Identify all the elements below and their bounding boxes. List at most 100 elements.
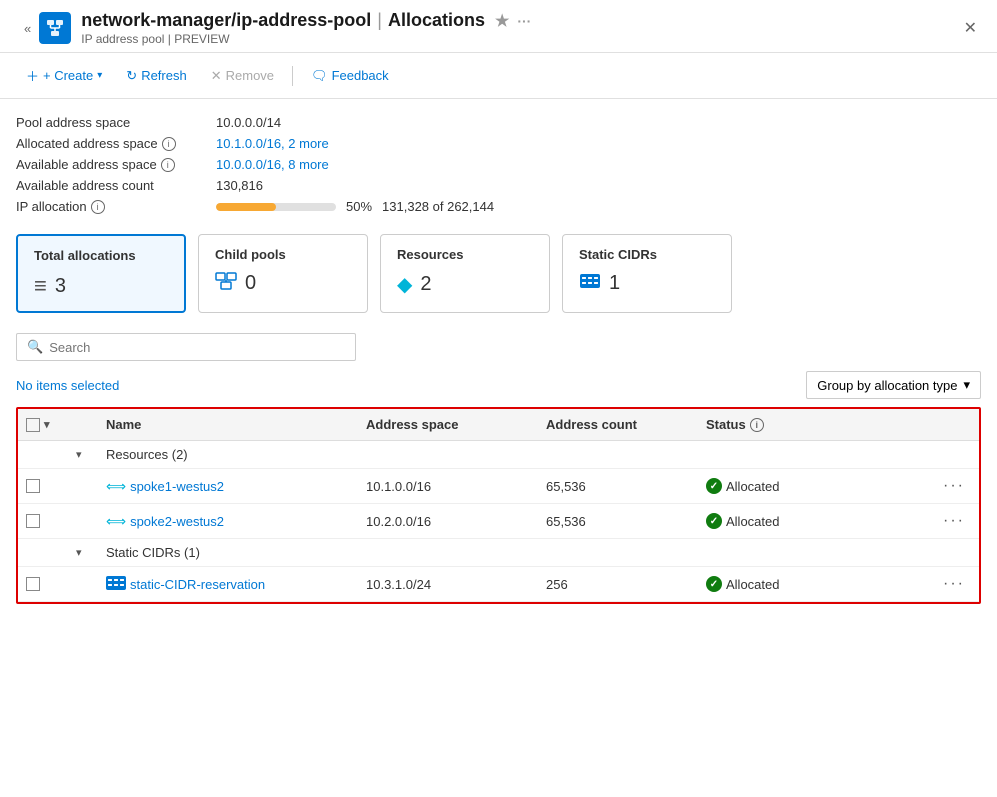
main-content: Pool address space 10.0.0.0/14 Allocated… <box>0 99 997 620</box>
row-checkbox[interactable] <box>26 479 40 493</box>
status-dot-icon <box>706 513 722 529</box>
ip-allocation-value: 50% 131,328 of 262,144 <box>216 199 981 214</box>
header-checkbox[interactable] <box>26 418 40 432</box>
favorite-icon[interactable]: ★ <box>495 11 509 31</box>
status-badge: Allocated <box>706 576 779 592</box>
row-status-cell: Allocated ··· <box>698 573 979 595</box>
table-row: static-CIDR-reservation 10.3.1.0/24 256 … <box>18 567 979 602</box>
table-row: ⟺ spoke2-westus2 10.2.0.0/16 65,536 Allo… <box>18 504 979 539</box>
feedback-button[interactable]: 🗨 Feedback <box>301 63 399 89</box>
create-button[interactable]: ＋ + Create ▾ <box>16 61 112 90</box>
title-pipe: | <box>377 10 382 31</box>
feedback-label: Feedback <box>332 68 389 83</box>
allocated-address-link[interactable]: 10.1.0.0/16, 2 more <box>216 136 329 151</box>
window-controls: ✕ <box>960 14 981 42</box>
row-status-cell: Allocated ··· <box>698 510 979 532</box>
resource-type-icon: ⟺ <box>106 478 126 495</box>
progress-bar-background <box>216 203 336 211</box>
table-header: ▾ Name Address space Address count Statu… <box>18 409 979 441</box>
status-text: Allocated <box>726 479 779 494</box>
group-chevron-cell: ▾ <box>68 448 98 461</box>
stat-count: 0 <box>245 272 256 295</box>
row-name-cell: static-CIDR-reservation <box>98 576 358 593</box>
progress-bar-fill <box>216 203 276 211</box>
row-name-link[interactable]: spoke2-westus2 <box>130 514 224 529</box>
progress-row: 50% 131,328 of 262,144 <box>216 199 981 214</box>
create-icon: ＋ <box>26 66 39 85</box>
row-address-space-cell: 10.1.0.0/16 <box>358 479 538 494</box>
collapse-button[interactable]: « <box>16 17 39 40</box>
info-grid: Pool address space 10.0.0.0/14 Allocated… <box>16 115 981 214</box>
no-items-label: No items selected <box>16 378 119 393</box>
available-address-count-label: Available address count <box>16 178 216 193</box>
available-space-info-icon[interactable]: i <box>161 158 175 172</box>
row-address-count-cell: 256 <box>538 577 698 592</box>
row-more-button[interactable]: ··· <box>937 573 971 595</box>
row-more-button[interactable]: ··· <box>937 475 971 497</box>
stat-card-body: ≡ 3 <box>34 273 168 299</box>
resource-name: network-manager/ip-address-pool <box>81 10 371 31</box>
group-by-button[interactable]: Group by allocation type ▾ <box>806 371 981 399</box>
row-name-link[interactable]: static-CIDR-reservation <box>130 577 265 592</box>
available-address-space-label: Available address space i <box>16 157 216 172</box>
child-pools-icon <box>215 272 237 295</box>
stat-count: 3 <box>55 275 66 298</box>
create-chevron-icon: ▾ <box>97 70 102 81</box>
allocated-info-icon[interactable]: i <box>162 137 176 151</box>
group-by-chevron-icon: ▾ <box>963 377 970 393</box>
row-checkbox[interactable] <box>26 577 40 591</box>
available-address-link[interactable]: 10.0.0.0/16, 8 more <box>216 157 329 172</box>
stat-card-child-pools[interactable]: Child pools 0 <box>198 234 368 313</box>
table-row: ⟺ spoke1-westus2 10.1.0.0/16 65,536 Allo… <box>18 469 979 504</box>
row-address-count-cell: 65,536 <box>538 514 698 529</box>
row-address-space-cell: 10.3.1.0/24 <box>358 577 538 592</box>
row-more-button[interactable]: ··· <box>937 510 971 532</box>
stat-card-resources[interactable]: Resources ◆ 2 <box>380 234 550 313</box>
page-subtitle: IP address pool | PREVIEW <box>81 32 531 46</box>
resource-type-icon: ⟺ <box>106 513 126 530</box>
row-checkbox-cell <box>18 577 68 591</box>
remove-button[interactable]: ✕ Remove <box>201 63 284 89</box>
row-checkbox[interactable] <box>26 514 40 528</box>
search-bar[interactable]: 🔍 <box>16 333 356 361</box>
th-address-space[interactable]: Address space <box>358 417 538 432</box>
list-section: 🔍 No items selected Group by allocation … <box>16 333 981 604</box>
refresh-label: Refresh <box>141 68 187 83</box>
ip-allocation-info-icon[interactable]: i <box>91 200 105 214</box>
row-checkbox-cell <box>18 479 68 493</box>
row-status-cell: Allocated ··· <box>698 475 979 497</box>
search-input[interactable] <box>49 340 345 355</box>
status-info-icon[interactable]: i <box>750 418 764 432</box>
row-name-cell: ⟺ spoke2-westus2 <box>98 513 358 530</box>
status-badge: Allocated <box>706 513 779 529</box>
stat-count: 2 <box>420 273 431 296</box>
th-status[interactable]: Status i <box>698 417 979 432</box>
row-name-cell: ⟺ spoke1-westus2 <box>98 478 358 495</box>
group-name: Resources (2) <box>98 447 979 462</box>
status-dot-icon <box>706 576 722 592</box>
th-name[interactable]: Name <box>98 417 358 432</box>
stat-card-body: ◆ 2 <box>397 272 533 297</box>
refresh-icon: ↻ <box>126 68 137 84</box>
stat-card-body: 0 <box>215 272 351 295</box>
row-name-link[interactable]: spoke1-westus2 <box>130 479 224 494</box>
stat-card-total-allocations[interactable]: Total allocations ≡ 3 <box>16 234 186 313</box>
list-icon: ≡ <box>34 273 47 299</box>
header-chevron-icon[interactable]: ▾ <box>44 418 50 431</box>
group-by-label: Group by allocation type <box>817 378 957 393</box>
close-button[interactable]: ✕ <box>960 14 981 42</box>
th-address-count[interactable]: Address count <box>538 417 698 432</box>
stat-card-title: Static CIDRs <box>579 247 715 262</box>
more-options-icon[interactable]: ··· <box>517 13 531 29</box>
cidr-type-icon <box>106 576 126 593</box>
status-text: Allocated <box>726 514 779 529</box>
toolbar-separator <box>292 66 293 86</box>
resources-icon: ◆ <box>397 272 412 297</box>
group-chevron-icon[interactable]: ▾ <box>76 546 82 559</box>
remove-icon: ✕ <box>211 68 222 84</box>
stat-card-static-cidrs[interactable]: Static CIDRs 1 <box>562 234 732 313</box>
group-chevron-icon[interactable]: ▾ <box>76 448 82 461</box>
allocated-address-space-label: Allocated address space i <box>16 136 216 151</box>
refresh-button[interactable]: ↻ Refresh <box>116 63 196 89</box>
group-name: Static CIDRs (1) <box>98 545 979 560</box>
